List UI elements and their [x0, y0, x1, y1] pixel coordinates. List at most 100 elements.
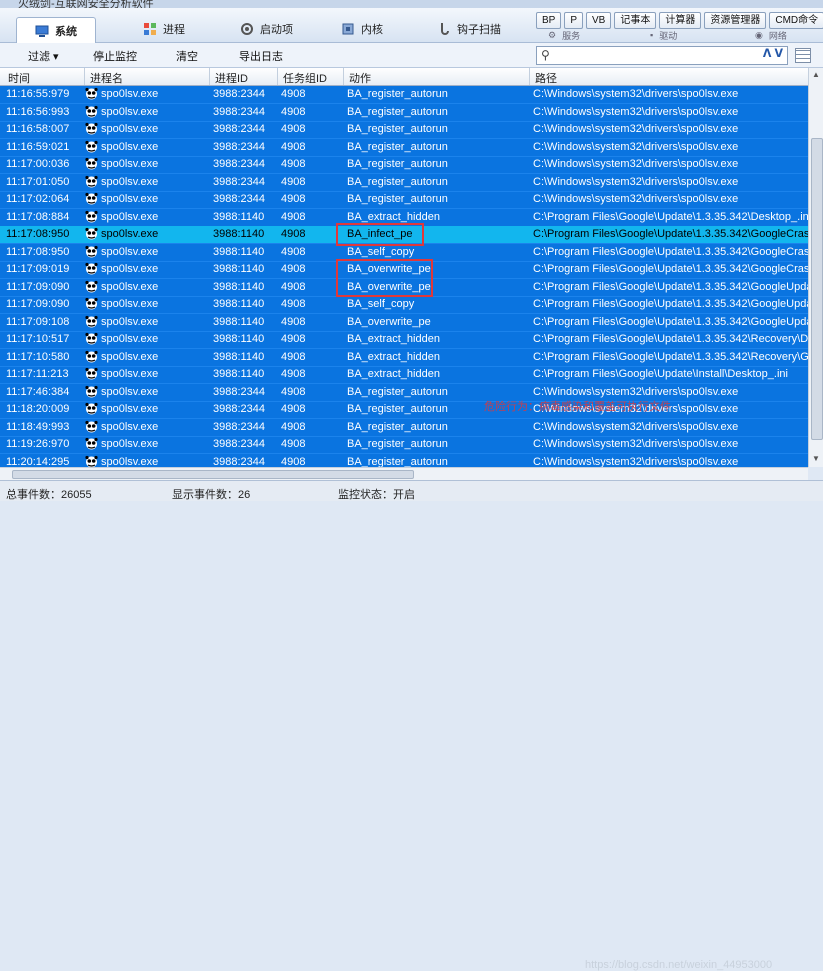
stop-monitor-button[interactable]: 停止监控	[93, 48, 137, 64]
process-panda-icon	[85, 350, 98, 363]
tab-startup[interactable]: 启动项	[240, 16, 293, 42]
tab-hook-scan[interactable]: 钩子扫描	[437, 16, 501, 42]
table-row[interactable]: 11:17:10:580 spo0lsv.exe 3988:1140 4908 BA_e…	[0, 349, 808, 367]
toolbar: 过滤 ▾ 停止监控 清空 导出日志 ⚲ ᐱ ᐯ	[0, 43, 823, 68]
cell-path: C:\Windows\system32\drivers\spo0lsv.exe	[533, 105, 739, 118]
cell-process-id: 3988:1140	[213, 245, 265, 258]
cell-process-id: 3988:2344	[213, 420, 265, 433]
table-row[interactable]: 11:18:49:993 spo0lsv.exe 3988:2344 4908 BA_r…	[0, 419, 808, 437]
cell-path: C:\Program Files\Google\Update\1.3.35.34…	[533, 280, 808, 293]
cell-process-id: 3988:2344	[213, 438, 265, 450]
tab-system[interactable]: 系统	[16, 17, 96, 44]
cmd-button[interactable]: CMD命令	[769, 12, 823, 29]
column-divider[interactable]	[343, 68, 344, 85]
table-row[interactable]: 11:17:10:517 spo0lsv.exe 3988:1140 4908 BA_e…	[0, 331, 808, 349]
cell-action: BA_self_copy	[347, 298, 415, 310]
cell-action: BA_register_autorun	[347, 420, 448, 433]
table-row[interactable]: 11:17:02:064 spo0lsv.exe 3988:2344 4908 BA_r…	[0, 191, 808, 209]
cell-action: BA_register_autorun	[347, 105, 448, 118]
quick-p-button[interactable]: P	[564, 12, 584, 29]
col-path[interactable]: 路径	[535, 70, 557, 86]
search-box[interactable]: ⚲ ᐱ ᐯ	[536, 46, 788, 65]
table-row[interactable]: 11:17:09:108 spo0lsv.exe 3988:1140 4908 BA_o…	[0, 314, 808, 332]
horizontal-scrollbar[interactable]	[0, 467, 808, 480]
cell-process-id: 3988:2344	[213, 385, 265, 398]
process-panda-icon	[85, 192, 98, 205]
cell-path: C:\Windows\system32\drivers\spo0lsv.exe	[533, 438, 739, 450]
quick-bp-button[interactable]: BP	[536, 12, 562, 29]
column-layout-icon[interactable]	[795, 48, 811, 63]
cell-task-group-id: 4908	[281, 263, 306, 275]
cell-process-id: 3988:1140	[213, 315, 265, 328]
cell-time: 11:17:09:090	[6, 298, 70, 310]
cell-task-group-id: 4908	[281, 105, 306, 118]
explorer-button[interactable]: 资源管理器	[704, 12, 767, 29]
cell-process-id: 3988:2344	[213, 193, 265, 205]
cell-path: C:\Windows\system32\drivers\spo0lsv.exe	[533, 420, 739, 433]
cell-path: C:\Windows\system32\drivers\spo0lsv.exe	[533, 175, 739, 188]
annotation-text: 危险行为：病毒感染和覆盖可执行文件	[484, 401, 671, 413]
table-row[interactable]: 11:16:56:993 spo0lsv.exe 3988:2344 4908 BA_r…	[0, 104, 808, 122]
column-divider[interactable]	[277, 68, 278, 85]
cell-process-id: 3988:1140	[213, 228, 265, 240]
cell-task-group-id: 4908	[281, 455, 306, 468]
column-divider[interactable]	[209, 68, 210, 85]
cell-action: BA_register_autorun	[347, 438, 448, 450]
notepad-button[interactable]: 记事本	[614, 12, 657, 29]
tab-process[interactable]: 进程	[143, 16, 185, 42]
tab-system-label: 系统	[55, 26, 77, 38]
scroll-up-icon[interactable]: ▲	[812, 70, 820, 79]
process-panda-icon	[85, 280, 98, 293]
scroll-down-icon[interactable]: ▼	[812, 454, 820, 463]
table-row[interactable]: 11:19:26:970 spo0lsv.exe 3988:2344 4908 BA_r…	[0, 436, 808, 454]
cell-process-id: 3988:2344	[213, 105, 265, 118]
col-time[interactable]: 时间	[8, 70, 30, 86]
cell-time: 11:17:10:580	[6, 350, 70, 363]
cell-path: C:\Program Files\Google\Update\Install\D…	[533, 368, 788, 380]
cell-time: 11:17:01:050	[6, 175, 70, 188]
column-divider[interactable]	[529, 68, 530, 85]
cell-path: C:\Windows\system32\drivers\spo0lsv.exe	[533, 123, 739, 135]
export-log-button[interactable]: 导出日志	[239, 48, 283, 64]
cell-action: BA_overwrite_pe	[347, 315, 431, 328]
cell-time: 11:17:02:064	[6, 193, 70, 205]
vertical-scrollbar[interactable]: ▲ ▼	[808, 68, 823, 467]
col-process-name[interactable]: 进程名	[90, 70, 123, 86]
cell-action: BA_register_autorun	[347, 175, 448, 188]
table-row[interactable]: 11:17:00:036 spo0lsv.exe 3988:2344 4908 BA_r…	[0, 156, 808, 174]
cell-action: BA_self_copy	[347, 245, 415, 258]
cell-task-group-id: 4908	[281, 280, 306, 293]
column-divider[interactable]	[84, 68, 85, 85]
cell-process-name: spo0lsv.exe	[101, 263, 159, 275]
cell-task-group-id: 4908	[281, 210, 306, 223]
col-task-group-id[interactable]: 任务组ID	[283, 70, 327, 86]
cell-time: 11:17:09:108	[6, 315, 70, 328]
cell-task-group-id: 4908	[281, 193, 306, 205]
table-row[interactable]: 11:18:20:009 spo0lsv.exe 3988:2344 4908 BA_r…	[0, 401, 808, 419]
filter-button[interactable]: 过滤 ▾	[28, 48, 59, 64]
table-row[interactable]: 11:16:59:021 spo0lsv.exe 3988:2344 4908 BA_r…	[0, 139, 808, 157]
table-row[interactable]: 11:16:58:007 spo0lsv.exe 3988:2344 4908 BA_r…	[0, 121, 808, 139]
table-row[interactable]: 11:20:14:295 spo0lsv.exe 3988:2344 4908 BA_r…	[0, 454, 808, 468]
quick-vb-button[interactable]: VB	[586, 12, 612, 29]
cell-task-group-id: 4908	[281, 298, 306, 310]
process-panda-icon	[85, 437, 98, 450]
calculator-button[interactable]: 计算器	[659, 12, 702, 29]
table-row[interactable]: 11:16:55:979 spo0lsv.exe 3988:2344 4908 BA_r…	[0, 86, 808, 104]
clear-button[interactable]: 清空	[176, 48, 198, 64]
table-row[interactable]: 11:17:01:050 spo0lsv.exe 3988:2344 4908 BA_r…	[0, 174, 808, 192]
table-row[interactable]: 11:17:09:090 spo0lsv.exe 3988:1140 4908 BA_s…	[0, 296, 808, 314]
col-action[interactable]: 动作	[349, 70, 371, 86]
col-process-id[interactable]: 进程ID	[215, 70, 248, 86]
process-panda-icon	[85, 227, 98, 240]
cell-time: 11:17:08:950	[6, 228, 70, 240]
search-nav-arrows[interactable]: ᐱ ᐯ	[763, 47, 783, 60]
table-row[interactable]: 11:17:11:213 spo0lsv.exe 3988:1140 4908 BA_e…	[0, 366, 808, 384]
table-row[interactable]: 11:17:46:384 spo0lsv.exe 3988:2344 4908 BA_r…	[0, 384, 808, 402]
horizontal-scroll-thumb[interactable]	[12, 470, 414, 479]
cell-time: 11:18:49:993	[6, 420, 70, 433]
tab-kernel[interactable]: 内核	[341, 16, 383, 42]
cell-process-id: 3988:1140	[213, 350, 265, 363]
vertical-scroll-thumb[interactable]	[811, 138, 823, 440]
cell-time: 11:17:46:384	[6, 385, 70, 398]
